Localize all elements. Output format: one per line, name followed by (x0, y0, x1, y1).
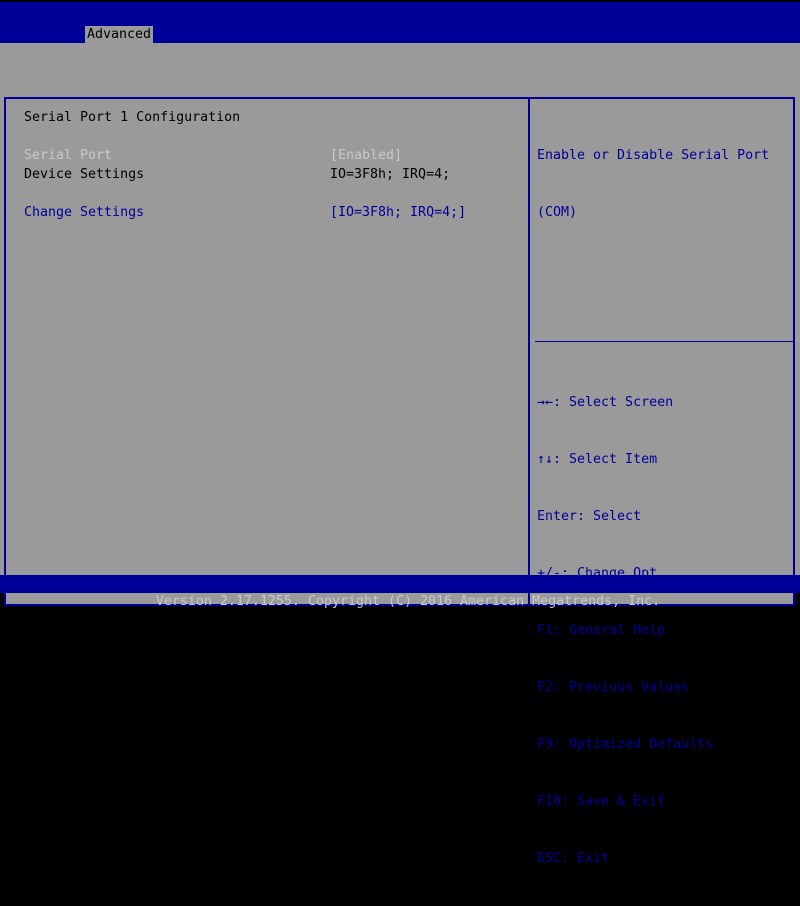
option-change-settings-value[interactable]: [IO=3F8h; IRQ=4;] (330, 205, 466, 220)
help-divider (535, 341, 793, 342)
key-enter-select: Enter: Select (537, 509, 642, 524)
footer-bar: Version 2.17.1255. Copyright (C) 2016 Am… (0, 575, 800, 609)
menu-tab-row: Advanced (0, 26, 800, 43)
item-help-line1: Enable or Disable Serial Port (537, 148, 770, 163)
key-select-screen: →←: Select Screen (537, 395, 674, 410)
tab-advanced[interactable]: Advanced (85, 26, 153, 43)
item-help-line2: (COM) (537, 205, 578, 220)
key-select-item: ↑↓: Select Item (537, 452, 658, 467)
footer-version: Version 2.17.1255. Copyright (C) 2016 Am… (155, 594, 661, 609)
option-serial-port-label[interactable]: Serial Port (24, 148, 112, 163)
key-f10-save-exit: F10: Save & Exit (537, 794, 666, 809)
item-help-text: Enable or Disable Serial Port (COM) (537, 108, 769, 260)
option-change-settings-label[interactable]: Change Settings (24, 205, 144, 220)
tab-advanced-label: Advanced (86, 27, 152, 42)
key-esc-exit: ESC: Exit (537, 851, 610, 866)
info-device-settings-value: IO=3F8h; IRQ=4; (330, 167, 451, 182)
main-area: Serial Port 1 Configuration Serial Port … (0, 43, 800, 866)
content-frame: Serial Port 1 Configuration Serial Port … (4, 97, 795, 866)
key-f1-general-help: F1: General Help (537, 623, 666, 638)
option-serial-port-value[interactable]: [Enabled] (330, 148, 402, 163)
title-bar: Aptio Setup Utility - Copyright (C) 2016… (0, 2, 800, 45)
panel-divider (528, 99, 530, 604)
key-f2-previous-values: F2: Previous Values (537, 680, 690, 695)
key-legend: →←: Select Screen ↑↓: Select Item Enter:… (537, 355, 713, 906)
info-device-settings-label: Device Settings (24, 167, 145, 182)
section-title: Serial Port 1 Configuration (24, 110, 241, 125)
key-f9-defaults: F9: Optimized Defaults (537, 737, 714, 752)
